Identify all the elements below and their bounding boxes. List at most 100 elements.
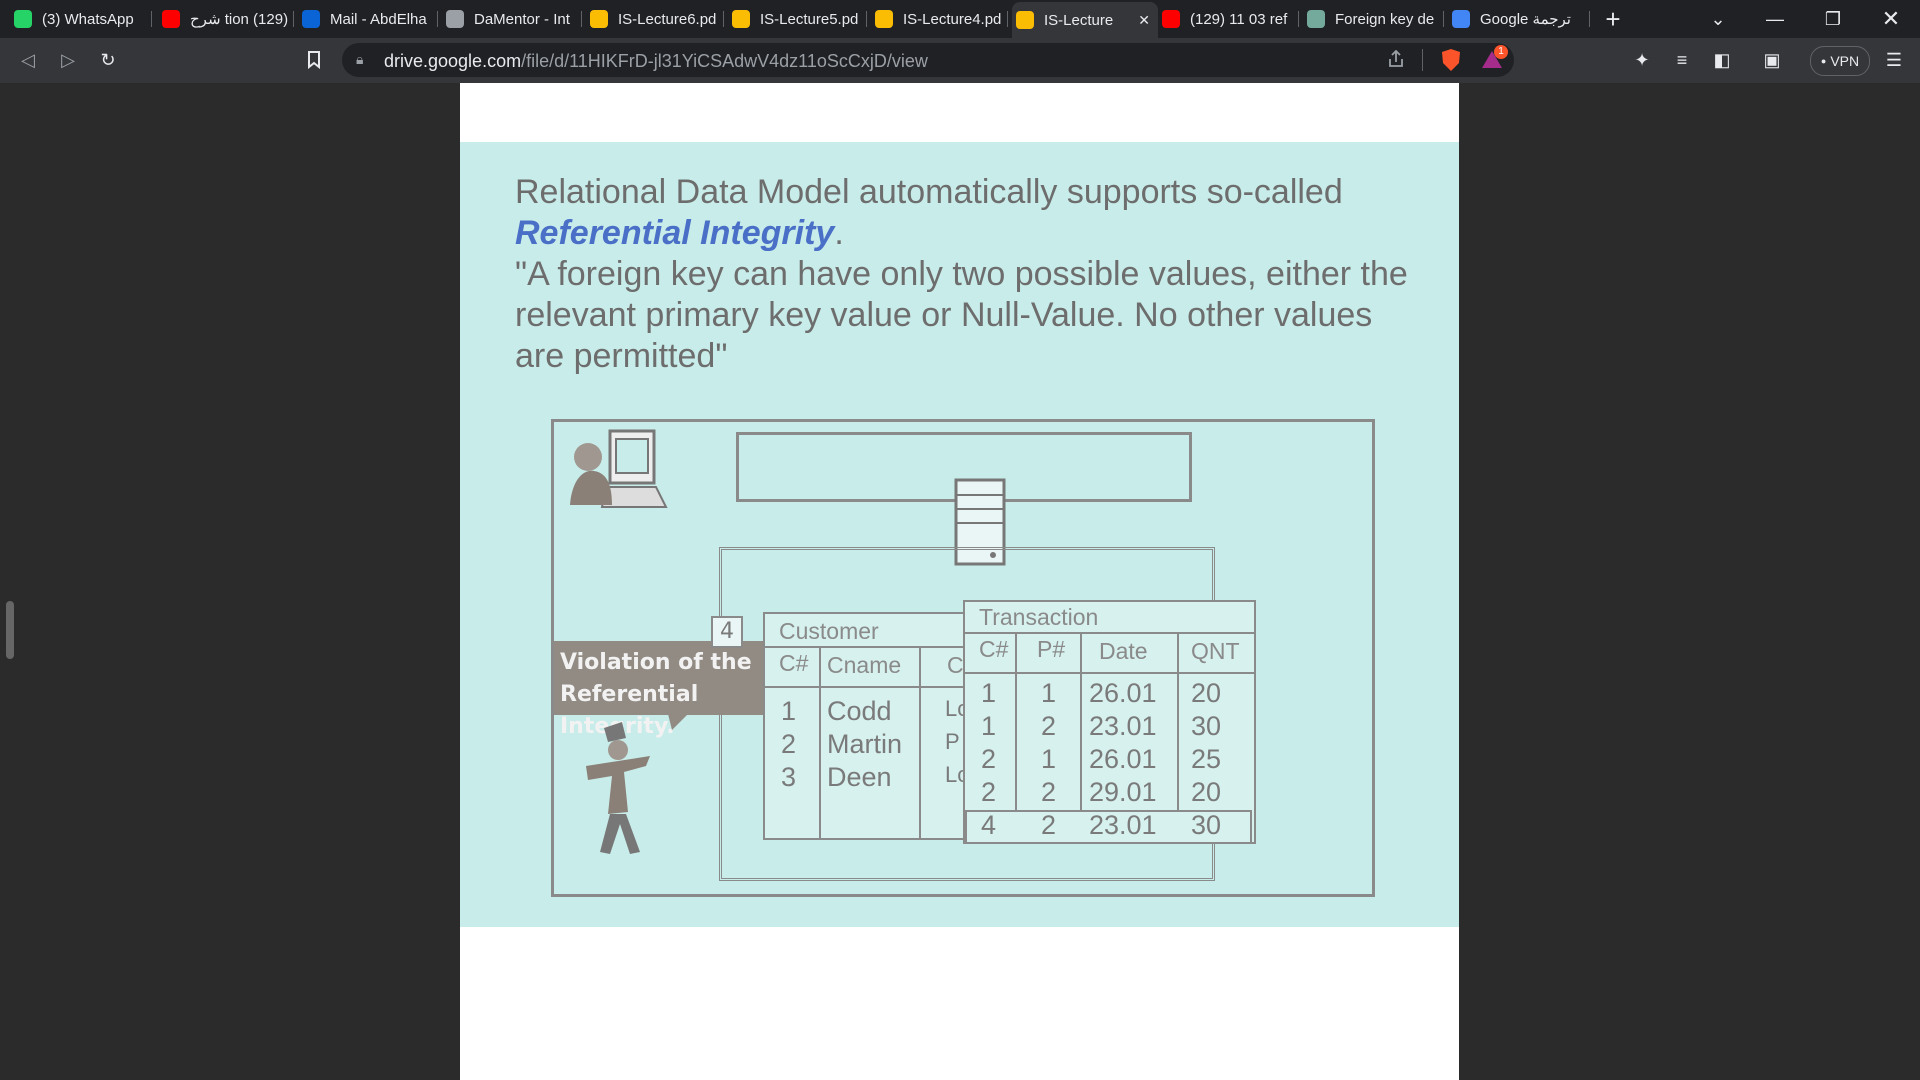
outlook-icon [302, 10, 320, 28]
browser-toolbar: ◁ ▷ ↻ 🔒︎ drive.google.com/file/d/11HIKFr… [0, 38, 1920, 83]
tab-strip: (3) WhatsApp شرح tion (129) Mail - AbdElha… [0, 0, 1920, 38]
transaction-cell: 2 [981, 744, 997, 774]
youtube-icon [162, 10, 180, 28]
callout-pointer [668, 714, 688, 735]
tab-title: IS-Lecture [1044, 11, 1114, 29]
customer-header-cname: Cname [827, 652, 902, 678]
bookmark-icon[interactable] [298, 44, 330, 76]
tab-separator [1443, 11, 1444, 27]
brave-rewards-icon[interactable]: 1 [1480, 45, 1508, 75]
new-tab-button[interactable]: + [1590, 0, 1636, 38]
tab-1[interactable]: (3) WhatsApp [10, 5, 152, 33]
customer-cell: P [945, 729, 960, 754]
transaction-cell: 2 [981, 777, 997, 807]
transaction-cell: 2 [1041, 777, 1057, 807]
tab-title: (3) WhatsApp [42, 10, 134, 28]
globe-icon [446, 10, 464, 28]
divider [1177, 632, 1179, 812]
sidebar-icon[interactable]: ◧ [1706, 44, 1738, 76]
lock-icon: 🔒︎ [356, 51, 364, 67]
vpn-button[interactable]: ● VPN [1810, 46, 1870, 76]
playlist-icon[interactable]: ≡ [1666, 44, 1698, 76]
quote-line-2: relevant primary key value or Null-Value… [515, 296, 1373, 334]
drive-icon [590, 10, 608, 28]
divider [1015, 632, 1017, 812]
transaction-cell: 1 [1041, 744, 1057, 774]
customer-header-c: C [947, 652, 964, 678]
tab-title: Google ترجمة [1480, 11, 1571, 28]
customer-cell: 2 [781, 729, 797, 759]
tab-separator [1007, 11, 1008, 27]
divider [1422, 49, 1423, 71]
transaction-cell: 23.01 [1089, 711, 1157, 741]
divider [919, 646, 921, 838]
url-text[interactable]: drive.google.com/file/d/11HIKFrD-jl31YiC… [384, 51, 928, 72]
tab-4[interactable]: DaMentor - Int [442, 5, 582, 33]
close-tab-icon[interactable]: ✕ [1138, 12, 1150, 29]
transaction-header-cnum: C# [979, 636, 1009, 662]
tab-6[interactable]: IS-Lecture5.pd [728, 5, 867, 33]
divider [765, 686, 965, 688]
tab-title: شرح tion (129) [190, 11, 289, 28]
customer-table-title: Customer [779, 618, 879, 644]
whatsapp-icon [14, 10, 32, 28]
pdf-viewer: Relational Data Model automatically supp… [0, 83, 1920, 1080]
tab-title: IS-Lecture5.pd [760, 10, 859, 28]
tab-11[interactable]: Google ترجمة [1448, 5, 1590, 33]
scrollbar-thumb[interactable] [6, 601, 14, 659]
slide-text: Relational Data Model automatically supp… [515, 172, 1415, 377]
transaction-cell: 1 [981, 711, 997, 741]
inspector-illustration [566, 718, 666, 863]
minimize-button[interactable]: — [1752, 0, 1798, 38]
tab-separator [723, 11, 724, 27]
integrity-diagram: Violation of the Referential Integrity. [551, 419, 1375, 897]
tab-10[interactable]: Foreign key de [1303, 5, 1444, 33]
transaction-header-date: Date [1099, 638, 1148, 664]
transaction-cell: 30 [1191, 711, 1222, 741]
tab-8[interactable]: IS-Lecture ✕ [1012, 2, 1158, 38]
customer-cell: Martin [827, 729, 903, 759]
divider [765, 646, 965, 648]
tab-search-chevron-icon[interactable]: ⌄ [1695, 0, 1741, 38]
youtube-icon [1162, 10, 1180, 28]
customer-cell: 1 [781, 696, 797, 726]
violating-row-highlight [965, 810, 1252, 844]
customer-cell: Deen [827, 762, 892, 792]
reload-icon[interactable]: ↻ [92, 44, 124, 76]
translate-icon [1452, 10, 1470, 28]
wallet-icon[interactable]: ▣ [1756, 44, 1788, 76]
transaction-header-pnum: P# [1037, 636, 1066, 662]
tab-3[interactable]: Mail - AbdElha [298, 5, 438, 33]
tab-separator [1298, 11, 1299, 27]
slide-image: Relational Data Model automatically supp… [460, 142, 1459, 927]
share-icon[interactable] [1386, 49, 1406, 74]
tab-separator [866, 11, 867, 27]
quote-line-3: are permitted" [515, 337, 728, 375]
customer-table: Customer C# Cname C 1 Codd Lc 2 Martin P… [763, 612, 968, 840]
tab-9[interactable]: (129) 11 03 ref [1158, 5, 1299, 33]
transaction-cell: 2 [1041, 711, 1057, 741]
tab-7[interactable]: IS-Lecture4.pd [871, 5, 1008, 33]
forward-icon[interactable]: ▷ [52, 44, 84, 76]
brave-shield-icon[interactable] [1440, 48, 1462, 77]
transaction-cell: 26.01 [1089, 678, 1157, 708]
restore-button[interactable]: ❐ [1810, 0, 1856, 38]
transaction-cell: 1 [1041, 678, 1057, 708]
back-icon[interactable]: ◁ [12, 44, 44, 76]
drive-icon [732, 10, 750, 28]
menu-icon[interactable]: ☰ [1878, 44, 1910, 76]
divider [819, 646, 821, 838]
extensions-icon[interactable]: ✦ [1626, 44, 1658, 76]
divider [965, 672, 1254, 674]
violating-key-badge: 4 [711, 616, 743, 648]
tab-5[interactable]: IS-Lecture6.pd [586, 5, 724, 33]
transaction-table-title: Transaction [979, 604, 1099, 630]
tab-2[interactable]: شرح tion (129) [158, 5, 294, 33]
referential-integrity-term: Referential Integrity [515, 214, 835, 252]
tab-title: Mail - AbdElha [330, 10, 427, 28]
customer-cell: 3 [781, 762, 797, 792]
transaction-cell: 20 [1191, 777, 1222, 807]
close-window-button[interactable]: ✕ [1868, 0, 1914, 38]
address-bar[interactable]: 🔒︎ drive.google.com/file/d/11HIKFrD-jl31… [342, 43, 1514, 77]
tab-title: (129) 11 03 ref [1190, 10, 1288, 28]
